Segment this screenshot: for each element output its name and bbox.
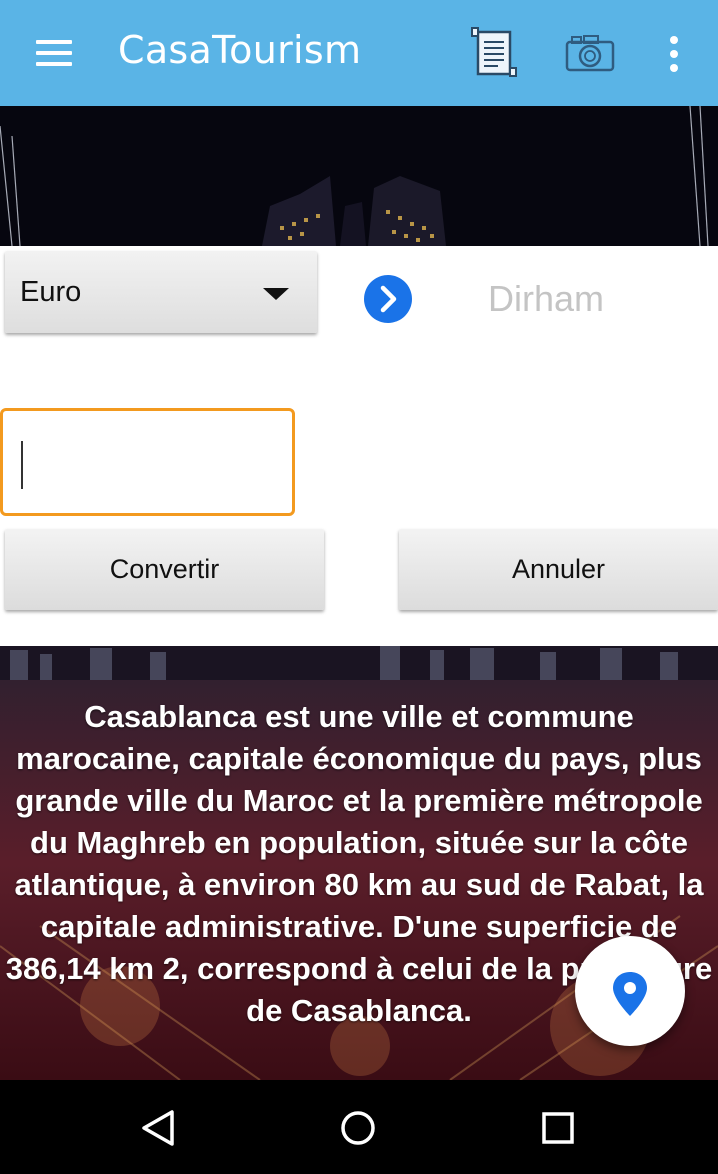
document-icon (471, 27, 517, 77)
menu-icon-bar (36, 62, 72, 66)
app-title: CasaTourism (118, 28, 362, 72)
more-vert-icon-dot (670, 64, 678, 72)
home-button[interactable] (328, 1100, 388, 1156)
back-button[interactable] (128, 1100, 188, 1156)
camera-button[interactable] (560, 24, 620, 82)
convert-direction-button[interactable] (364, 275, 412, 323)
cancel-button[interactable]: Annuler (399, 529, 718, 610)
text-cursor (21, 441, 23, 489)
menu-icon-bar (36, 51, 72, 55)
convert-button[interactable]: Convertir (5, 529, 324, 610)
recents-icon (542, 1112, 574, 1144)
source-currency: Euro (20, 276, 82, 308)
currency-spinner[interactable]: Euro (5, 251, 317, 333)
dropdown-caret-icon (263, 288, 289, 300)
menu-icon-bar (36, 40, 72, 44)
system-navigation-bar (0, 1080, 718, 1174)
location-pin-icon (613, 972, 647, 1016)
back-icon (142, 1110, 174, 1146)
chevron-right-circle-icon (380, 285, 397, 313)
app-bar: CasaTourism (0, 0, 718, 106)
home-icon (341, 1111, 375, 1145)
recents-button[interactable] (528, 1100, 588, 1156)
amount-input[interactable] (0, 408, 295, 516)
target-currency: Dirham (488, 278, 605, 319)
more-options-button[interactable] (654, 28, 694, 80)
document-button[interactable] (464, 24, 524, 82)
camera-icon (565, 35, 615, 72)
more-vert-icon-dot (670, 36, 678, 44)
location-fab[interactable] (575, 936, 685, 1046)
banner-image (0, 106, 718, 246)
menu-button[interactable] (20, 30, 88, 78)
more-vert-icon-dot (670, 50, 678, 58)
